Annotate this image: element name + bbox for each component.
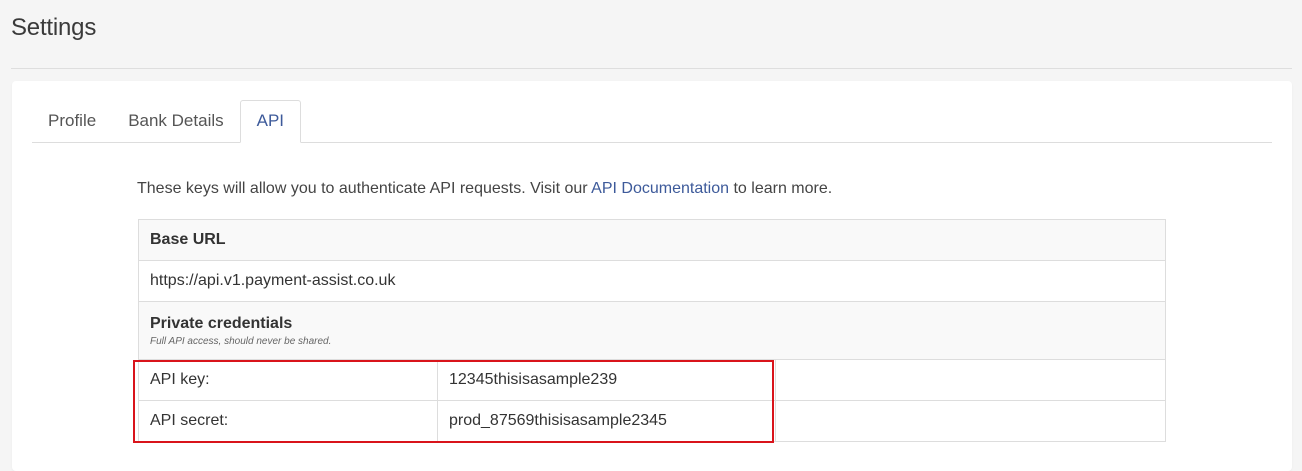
settings-card: Profile Bank Details API These keys will… — [12, 81, 1292, 471]
private-credentials-cell: Private credentials Full API access, sho… — [138, 301, 1166, 360]
api-secret-label: API secret: — [138, 400, 438, 442]
private-credentials-header-row: Private credentials Full API access, sho… — [138, 301, 1166, 360]
page-title: Settings — [11, 14, 97, 41]
api-credentials-table: Base URL https://api.v1.payment-assist.c… — [138, 219, 1166, 442]
api-documentation-link[interactable]: API Documentation — [591, 180, 729, 197]
private-credentials-heading: Private credentials — [150, 314, 293, 332]
title-divider — [11, 68, 1292, 69]
private-credentials-note: Full API access, should never be shared. — [150, 335, 332, 347]
api-secret-value: prod_87569thisisasample2345 — [437, 400, 776, 442]
api-secret-row: API secret: prod_87569thisisasample2345 — [138, 400, 1166, 442]
api-key-empty-cell — [775, 359, 1166, 401]
tab-bank-details[interactable]: Bank Details — [112, 100, 239, 141]
api-intro-text: These keys will allow you to authenticat… — [137, 180, 832, 198]
tab-api[interactable]: API — [239, 100, 302, 143]
settings-tabs: Profile Bank Details API — [32, 100, 1272, 143]
api-secret-empty-cell — [775, 400, 1166, 442]
api-key-row: API key: 12345thisisasample239 — [138, 359, 1166, 401]
base-url-header-row: Base URL — [138, 219, 1166, 261]
base-url-heading: Base URL — [138, 219, 1166, 261]
base-url-value: https://api.v1.payment-assist.co.uk — [138, 260, 1166, 302]
api-key-value: 12345thisisasample239 — [437, 359, 776, 401]
base-url-row: https://api.v1.payment-assist.co.uk — [138, 260, 1166, 302]
intro-text-after: to learn more. — [729, 180, 833, 197]
intro-text-before: These keys will allow you to authenticat… — [137, 180, 592, 197]
api-key-label: API key: — [138, 359, 438, 401]
tab-profile[interactable]: Profile — [32, 100, 112, 141]
